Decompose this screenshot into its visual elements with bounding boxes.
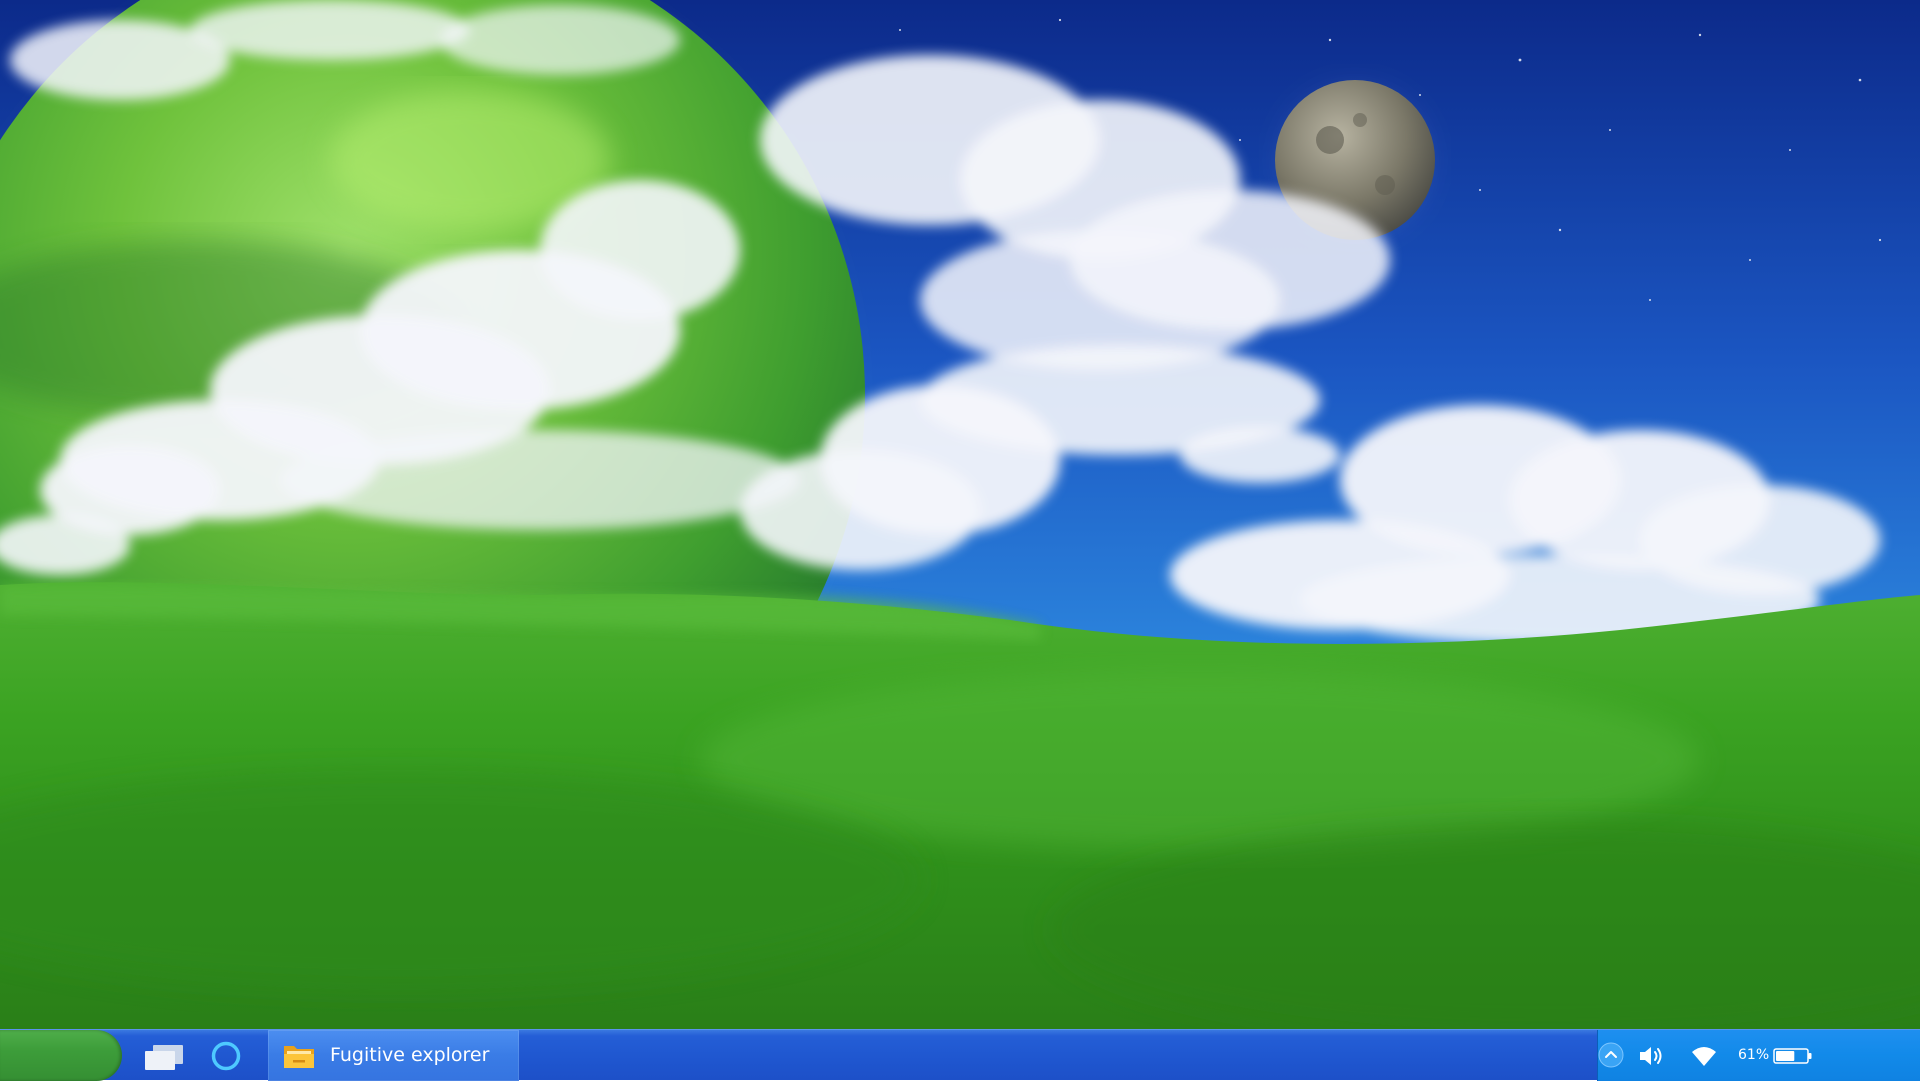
battery-icon	[1773, 1048, 1812, 1064]
volume-button[interactable]	[1637, 1043, 1667, 1069]
task-view-icon	[145, 1045, 183, 1070]
cortana-button[interactable]	[210, 1040, 242, 1072]
cortana-circle-icon	[211, 1041, 241, 1071]
taskbar: Fugitive explorer 61%	[0, 1029, 1920, 1081]
wifi-icon	[1692, 1047, 1716, 1066]
show-hidden-icons-button[interactable]	[1598, 1042, 1624, 1068]
desktop[interactable]	[0, 0, 1920, 1029]
start-button[interactable]	[0, 1030, 122, 1081]
battery-percent: 61%	[1738, 1047, 1770, 1063]
system-tray: 61%	[1597, 1030, 1920, 1081]
battery-button[interactable]: 61%	[1738, 1030, 1828, 1081]
battery-level-fill	[1776, 1051, 1795, 1061]
taskbar-app-fugitive-explorer[interactable]: Fugitive explorer	[268, 1030, 519, 1081]
task-view-button[interactable]	[143, 1043, 185, 1071]
network-button[interactable]	[1689, 1043, 1719, 1069]
chevron-up-icon	[1598, 1042, 1624, 1068]
wallpaper	[0, 0, 1920, 1029]
speaker-icon	[1640, 1047, 1662, 1065]
taskbar-app-label: Fugitive explorer	[330, 1044, 490, 1066]
folder-icon	[284, 1046, 314, 1068]
